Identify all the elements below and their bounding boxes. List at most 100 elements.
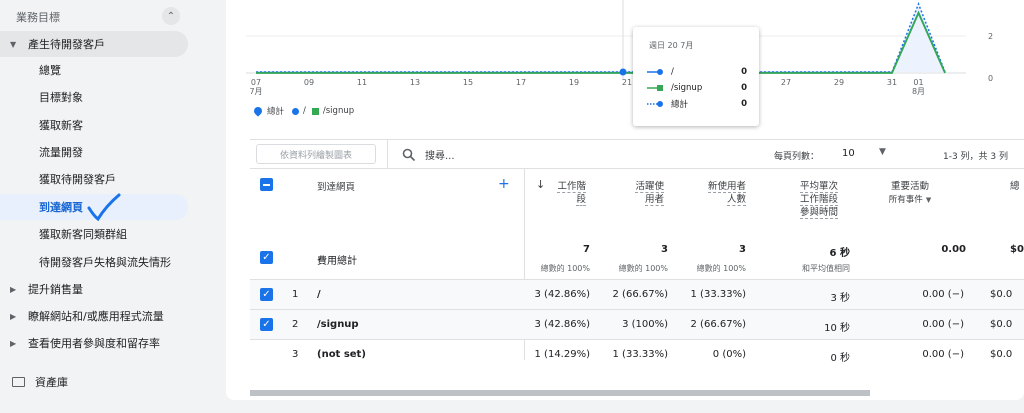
tooltip-label: /	[671, 67, 674, 77]
sort-desc-icon[interactable]: ↓	[536, 178, 545, 191]
nav-group-traffic[interactable]: ▶ 瞭解網站和/或應用程式流量	[0, 303, 188, 329]
report-card: 07 7月09111315171921232527293101 8月 2 0 總…	[226, 0, 1024, 400]
nav-group-label: 瞭解網站和/或應用程式流量	[28, 310, 164, 323]
series-root-line	[256, 10, 946, 74]
row-checkbox[interactable]: ✓	[260, 288, 273, 301]
nav-item-overview[interactable]: 總覽	[0, 57, 188, 83]
search-input[interactable]: 搜尋...	[402, 147, 455, 162]
x-tick: 13	[409, 78, 421, 87]
nav-item-label: 到達網頁	[39, 201, 83, 214]
x-tick: 01 8月	[911, 78, 926, 96]
tooltip-row: / 0	[647, 67, 747, 77]
total-sub: 總數的 100%	[618, 264, 668, 273]
row-cell: 1 (33.33%)	[690, 289, 746, 300]
tooltip-label: 總計	[671, 100, 689, 110]
library-link[interactable]: 資產庫	[12, 374, 68, 390]
nav-item-audience[interactable]: 目標對象	[0, 84, 188, 110]
nav-group-engagement[interactable]: ▶ 查看使用者參與度和留存率	[0, 330, 188, 356]
row-landing-page[interactable]: /signup	[317, 319, 359, 330]
nav-group-sales[interactable]: ▶ 提升銷售量	[0, 276, 188, 302]
folder-icon	[12, 377, 25, 387]
col-total[interactable]: 總	[1010, 180, 1024, 193]
total-value: 6 秒	[829, 248, 850, 259]
event-filter[interactable]: 所有事件	[889, 195, 923, 205]
caret-down-icon: ▼	[10, 39, 17, 49]
row-cell: 2 (66.67%)	[690, 319, 746, 330]
total-sub: 總數的 100%	[540, 264, 590, 273]
row-landing-page[interactable]: (not set)	[317, 349, 366, 360]
col-label: 工作階	[557, 181, 586, 193]
nav-item-cohort[interactable]: 獲取新客同類群組	[0, 221, 188, 247]
series-total-line	[256, 1, 946, 73]
total-value: 3	[661, 244, 668, 255]
section-header[interactable]: 業務目標 ⌃	[0, 3, 186, 30]
col-sessions[interactable]: 工作階段	[546, 180, 586, 206]
table-row[interactable]: ✓ 2/signup 3 (42.86%) 3 (100%) 2 (66.67%) 10 …	[250, 309, 1024, 339]
plot-rows-button[interactable]: 依資料列繪製圖表	[256, 144, 376, 164]
tooltip-label: /signup	[671, 83, 703, 93]
col-engagement-time[interactable]: 平均單次 工作階段 參與時間	[788, 180, 850, 219]
total-sub: 總數的 100%	[696, 264, 746, 273]
col-label: 重要活動	[890, 181, 929, 192]
nav-group-label: 產生待開發客戶	[28, 38, 105, 51]
tooltip-title: 週日 20 7月	[649, 41, 694, 50]
nav-item-label: 獲取新客	[39, 119, 83, 132]
row-cell: 0 秒	[830, 353, 850, 364]
nav-item-label: 獲取待開發客戶	[39, 173, 116, 186]
dropdown-caret-icon[interactable]: ▼	[879, 147, 886, 157]
rows-per-page-select[interactable]: 10	[842, 148, 855, 159]
y-tick: 0	[988, 74, 994, 83]
legend-total: 總計	[267, 107, 285, 117]
line-square-icon	[647, 85, 663, 91]
nav-item-acquisition[interactable]: 獲取新客	[0, 112, 188, 138]
table-row[interactable]: 3 (not set) 1 (14.29%) 1 (33.33%) 0 (0%) 0 秒 0…	[250, 339, 1024, 369]
table-toolbar: 依資料列繪製圖表 搜尋... 每頁列數： 10 ▼ 1-3 列，共 3 列	[250, 139, 1024, 169]
caret-right-icon: ▶	[10, 284, 17, 294]
totals-checkbox[interactable]: ✓	[260, 251, 273, 264]
col-key-events[interactable]: 重要活動所有事件 ▼	[870, 180, 950, 207]
nav-item-traffic[interactable]: 流量開發	[0, 139, 188, 165]
dropdown-caret-icon[interactable]: ▼	[926, 196, 931, 204]
nav-item-lead-churn[interactable]: 待開發客戶失格與流失情形	[0, 249, 188, 275]
y-tick: 2	[988, 32, 994, 41]
table-row[interactable]: ✓ 1 / 3 (42.86%) 2 (66.67%) 1 (33.33%) 3 秒 0.00…	[250, 279, 1024, 309]
col-label: 平均單次	[799, 181, 838, 193]
row-landing-page[interactable]: /	[317, 289, 321, 300]
legend-series-1: /	[303, 106, 306, 116]
select-all-checkbox[interactable]	[260, 178, 273, 191]
tooltip-row: 總計 0	[647, 98, 747, 110]
add-dimension-icon[interactable]: +	[498, 176, 510, 192]
search-placeholder: 搜尋...	[425, 151, 455, 162]
col-label: 用者	[644, 194, 664, 206]
x-tick: 15	[462, 78, 474, 87]
divider	[387, 140, 388, 169]
chart-tooltip: 週日 20 7月 / 0 /signup 0 總計 0	[633, 27, 759, 126]
x-tick: 17	[515, 78, 527, 87]
col-label: 段	[576, 194, 586, 206]
checkmark-annotation	[87, 193, 121, 222]
col-active-users[interactable]: 活躍使 用者	[624, 180, 664, 206]
col-label: 參與時間	[799, 207, 838, 219]
pin-icon	[252, 105, 264, 117]
dot-icon	[292, 107, 300, 115]
row-cell: 3 (42.86%)	[534, 289, 590, 300]
total-area	[256, 4, 945, 72]
nav-item-label: 待開發客戶失格與流失情形	[39, 256, 171, 269]
col-new-users[interactable]: 新使用者 人數	[700, 180, 746, 206]
nav-item-lead-acquisition[interactable]: 獲取待開發客戶	[0, 166, 188, 192]
chevron-up-icon[interactable]: ⌃	[162, 7, 180, 25]
col-label: 人數	[726, 194, 746, 206]
dimension-header[interactable]: 到達網頁	[317, 181, 355, 194]
row-checkbox[interactable]: ✓	[260, 318, 273, 331]
horizontal-scrollbar[interactable]	[250, 390, 870, 396]
search-icon	[402, 148, 416, 161]
legend-series-2: /signup	[322, 106, 355, 116]
series-signup-line	[256, 10, 946, 74]
total-value: 3	[739, 244, 746, 255]
col-label: 總	[1010, 181, 1020, 192]
nav-item-label: 總覽	[39, 64, 61, 77]
row-index: 2	[292, 319, 299, 330]
row-index: 1	[292, 289, 299, 300]
nav-group-generate-leads[interactable]: ▼ 產生待開發客戶	[0, 31, 188, 57]
nav-item-label: 流量開發	[39, 146, 83, 159]
